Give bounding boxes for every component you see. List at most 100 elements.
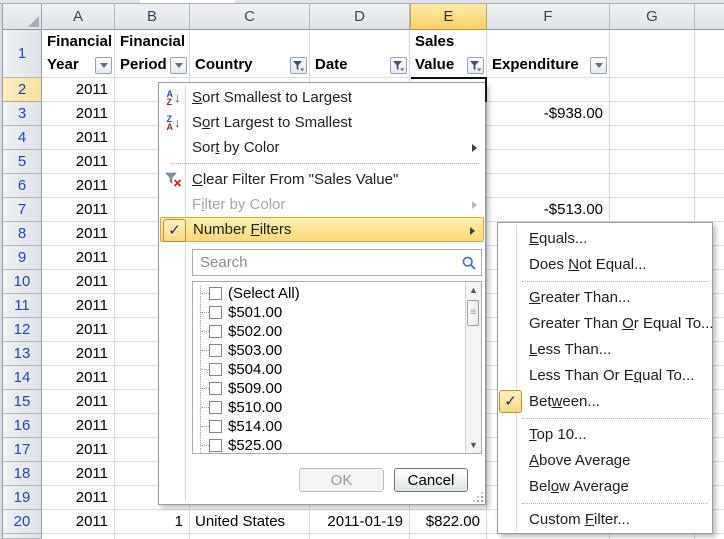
- menu-item-sort-by-color[interactable]: Sort by Color: [159, 135, 485, 160]
- cell-a14[interactable]: 2011: [42, 366, 115, 390]
- row-header-12[interactable]: 12: [3, 318, 42, 342]
- value-item[interactable]: $502.00: [197, 322, 465, 341]
- checkbox-icon[interactable]: [209, 420, 222, 433]
- cell-g4[interactable]: [610, 126, 695, 150]
- row-header-9[interactable]: 9: [3, 246, 42, 270]
- cell-h7[interactable]: [695, 198, 724, 222]
- select-all-corner[interactable]: [3, 4, 42, 30]
- column-header-a[interactable]: A: [42, 4, 115, 30]
- header-cell-date[interactable]: Date: [310, 30, 410, 78]
- cell-f5[interactable]: [487, 150, 610, 174]
- cell-a7[interactable]: 2011: [42, 198, 115, 222]
- cell-h3[interactable]: [695, 102, 724, 126]
- value-item[interactable]: $503.00: [197, 341, 465, 360]
- row-header-11[interactable]: 11: [3, 294, 42, 318]
- cell-h21[interactable]: [695, 534, 724, 539]
- header-cell-financial-year[interactable]: Financial Year: [42, 30, 115, 78]
- row-header-21[interactable]: [3, 534, 42, 539]
- cell-d21[interactable]: [310, 534, 410, 539]
- column-header-partial[interactable]: [695, 4, 724, 30]
- menu-item-sort-smallest-to-largest[interactable]: AZ↓ Sort Smallest to Largest: [159, 85, 485, 110]
- value-item[interactable]: $501.00: [197, 303, 465, 322]
- row-header-1[interactable]: 1: [3, 30, 42, 78]
- cell-h2[interactable]: [695, 78, 724, 102]
- sales-value-filter-button-open[interactable]: [467, 57, 484, 74]
- checkbox-icon[interactable]: [209, 287, 222, 300]
- row-header-10[interactable]: 10: [3, 270, 42, 294]
- country-filter-button-active[interactable]: [290, 57, 307, 74]
- menu-item-number-filters-highlighted[interactable]: ✓ Number Filters: [160, 217, 484, 242]
- submenu-item-custom-filter[interactable]: Custom Filter...: [498, 507, 712, 533]
- row-header-7[interactable]: 7: [3, 198, 42, 222]
- financial-year-filter-button[interactable]: [95, 57, 112, 74]
- cell-a6[interactable]: 2011: [42, 174, 115, 198]
- cell-a5[interactable]: 2011: [42, 150, 115, 174]
- submenu-item-does-not-equal[interactable]: Does Not Equal...: [498, 252, 712, 278]
- cell-c20[interactable]: United States: [190, 510, 310, 534]
- submenu-item-greater-than-or-equal[interactable]: Greater Than Or Equal To...: [498, 311, 712, 337]
- cell-g6[interactable]: [610, 174, 695, 198]
- row-header-3[interactable]: 3: [3, 102, 42, 126]
- cell-a19[interactable]: 2011: [42, 486, 115, 510]
- row-header-19[interactable]: 19: [3, 486, 42, 510]
- column-header-g[interactable]: G: [610, 4, 695, 30]
- cell-a8[interactable]: 2011: [42, 222, 115, 246]
- cell-f7[interactable]: -$513.00: [487, 198, 610, 222]
- cell-a4[interactable]: 2011: [42, 126, 115, 150]
- cell-b21[interactable]: [115, 534, 190, 539]
- row-header-8[interactable]: 8: [3, 222, 42, 246]
- cell-h1[interactable]: [695, 30, 724, 78]
- column-header-d[interactable]: D: [310, 4, 410, 30]
- search-icon[interactable]: [462, 256, 476, 270]
- scroll-up-icon[interactable]: ▲: [466, 285, 481, 295]
- submenu-item-top-10[interactable]: Top 10...: [498, 422, 712, 448]
- submenu-item-below-average[interactable]: Below Average: [498, 474, 712, 500]
- cell-a20[interactable]: 2011: [42, 510, 115, 534]
- header-cell-expenditure[interactable]: Expenditure: [487, 30, 610, 78]
- cell-a3[interactable]: 2011: [42, 102, 115, 126]
- row-header-13[interactable]: 13: [3, 342, 42, 366]
- submenu-item-between-checked[interactable]: ✓ Between...: [498, 389, 712, 415]
- row-header-5[interactable]: 5: [3, 150, 42, 174]
- checkbox-icon[interactable]: [209, 439, 222, 452]
- row-header-18[interactable]: 18: [3, 462, 42, 486]
- row-header-16[interactable]: 16: [3, 414, 42, 438]
- submenu-item-above-average[interactable]: Above Average: [498, 448, 712, 474]
- value-item-select-all[interactable]: (Select All): [197, 284, 465, 303]
- cell-a11[interactable]: 2011: [42, 294, 115, 318]
- row-header-15[interactable]: 15: [3, 390, 42, 414]
- cell-g1[interactable]: [610, 30, 695, 78]
- cell-f2[interactable]: [487, 78, 610, 102]
- cell-a18[interactable]: 2011: [42, 462, 115, 486]
- row-header-20[interactable]: 20: [3, 510, 42, 534]
- submenu-item-greater-than[interactable]: Greater Than...: [498, 285, 712, 311]
- cell-f21[interactable]: [487, 534, 610, 539]
- cell-c21[interactable]: [190, 534, 310, 539]
- value-item[interactable]: $525.00: [197, 436, 465, 454]
- list-scrollbar[interactable]: ▲ ≡ ▼: [465, 282, 481, 453]
- cell-a13[interactable]: 2011: [42, 342, 115, 366]
- submenu-item-less-than[interactable]: Less Than...: [498, 337, 712, 363]
- column-header-e-selected[interactable]: E: [410, 4, 487, 30]
- cell-a15[interactable]: 2011: [42, 390, 115, 414]
- cell-g3[interactable]: [610, 102, 695, 126]
- date-filter-button-active[interactable]: [390, 57, 407, 74]
- resize-grip-icon[interactable]: [473, 492, 483, 502]
- cell-f4[interactable]: [487, 126, 610, 150]
- checkbox-icon[interactable]: [209, 363, 222, 376]
- submenu-item-less-than-or-equal[interactable]: Less Than Or Equal To...: [498, 363, 712, 389]
- cell-a21[interactable]: [42, 534, 115, 539]
- header-cell-country[interactable]: Country: [190, 30, 310, 78]
- cell-e21[interactable]: [410, 534, 487, 539]
- row-header-4[interactable]: 4: [3, 126, 42, 150]
- header-cell-financial-period[interactable]: Financial Period: [115, 30, 190, 78]
- row-header-2[interactable]: 2: [3, 78, 42, 102]
- cell-d20[interactable]: 2011-01-19: [310, 510, 410, 534]
- value-item[interactable]: $504.00: [197, 360, 465, 379]
- checkbox-icon[interactable]: [209, 344, 222, 357]
- cell-a2[interactable]: 2011: [42, 78, 115, 102]
- header-cell-sales-value[interactable]: Sales Value: [410, 30, 487, 78]
- checkbox-icon[interactable]: [209, 325, 222, 338]
- expenditure-filter-button[interactable]: [590, 57, 607, 74]
- cell-f3[interactable]: -$938.00: [487, 102, 610, 126]
